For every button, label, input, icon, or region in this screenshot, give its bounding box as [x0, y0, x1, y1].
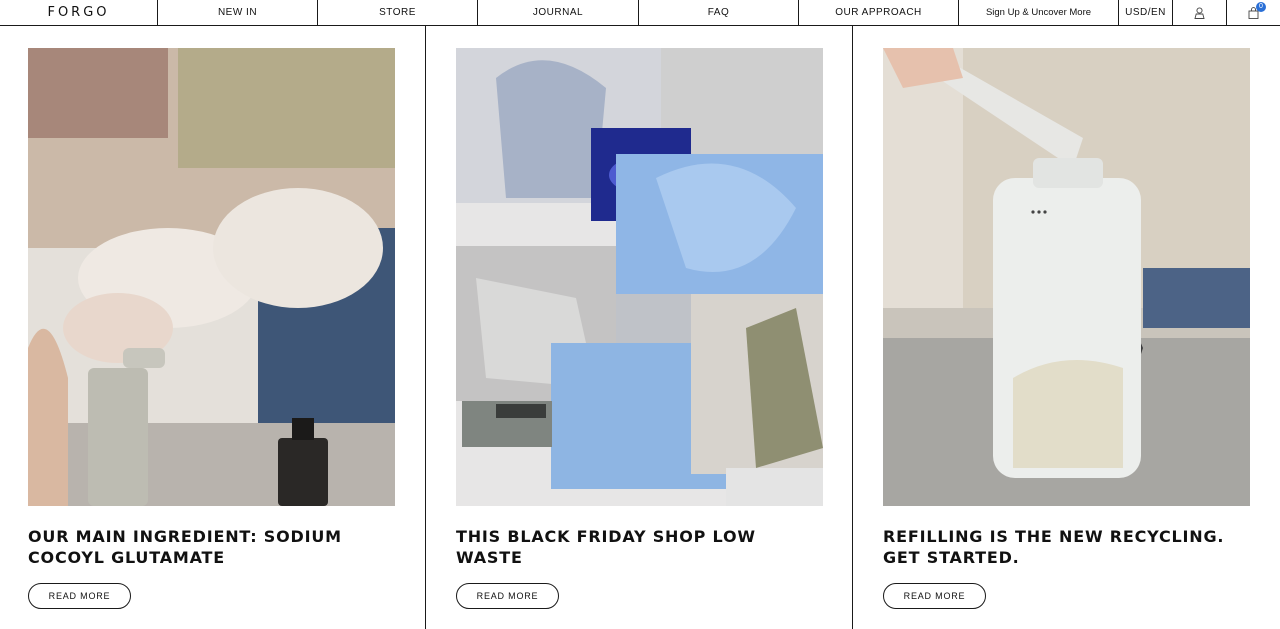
article-image-handwashing[interactable] [28, 48, 395, 506]
nav-journal[interactable]: JOURNAL [478, 0, 639, 25]
person-icon [1194, 6, 1205, 19]
read-more-button[interactable]: READ MORE [456, 583, 559, 609]
nav-faq[interactable]: FAQ [639, 0, 799, 25]
account-button[interactable] [1173, 0, 1227, 25]
article-title[interactable]: THIS BLACK FRIDAY SHOP LOW WASTE [456, 526, 823, 568]
article-title[interactable]: REFILLING IS THE NEW RECYCLING. GET STAR… [883, 526, 1250, 568]
column-divider [425, 26, 426, 629]
article-image-collage[interactable] [456, 48, 823, 506]
read-more-button[interactable]: READ MORE [883, 583, 986, 609]
nav-store[interactable]: STORE [318, 0, 478, 25]
logo[interactable]: FORGO [0, 0, 158, 25]
nav-our-approach[interactable]: OUR APPROACH [799, 0, 959, 25]
read-more-button[interactable]: READ MORE [28, 583, 131, 609]
bag-count-badge: 0 [1256, 2, 1266, 12]
column-divider [852, 26, 853, 629]
article-card: OUR MAIN INGREDIENT: SODIUM COCOYL GLUTA… [28, 48, 395, 609]
nav-new-in[interactable]: NEW IN [158, 0, 318, 25]
bag-button[interactable]: 0 [1227, 0, 1280, 25]
article-image-refill[interactable] [883, 48, 1250, 506]
currency-selector[interactable]: USD/EN [1119, 0, 1173, 25]
article-card: REFILLING IS THE NEW RECYCLING. GET STAR… [883, 48, 1250, 609]
article-card: THIS BLACK FRIDAY SHOP LOW WASTE READ MO… [456, 48, 823, 609]
article-title[interactable]: OUR MAIN INGREDIENT: SODIUM COCOYL GLUTA… [28, 526, 395, 568]
top-nav: FORGO NEW IN STORE JOURNAL FAQ OUR APPRO… [0, 0, 1280, 26]
nav-signup[interactable]: Sign Up & Uncover More [959, 0, 1119, 25]
